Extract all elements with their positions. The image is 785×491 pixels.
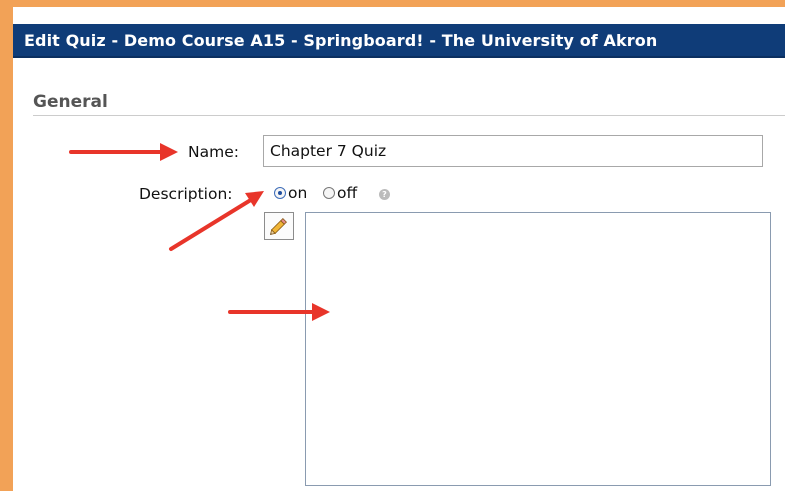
description-on-label[interactable]: on <box>288 184 307 202</box>
name-label: Name: <box>188 143 239 161</box>
description-off-label[interactable]: off <box>337 184 357 202</box>
description-off-radio[interactable] <box>323 187 335 199</box>
description-textarea[interactable] <box>305 212 771 486</box>
name-input[interactable] <box>263 135 763 167</box>
section-divider <box>33 115 785 116</box>
section-header-general: General <box>33 92 108 112</box>
pencil-icon <box>269 218 287 236</box>
title-bar: Edit Quiz - Demo Course A15 - Springboar… <box>13 24 785 58</box>
description-label: Description: <box>139 185 233 203</box>
html-editor-button[interactable] <box>264 212 294 240</box>
window-title: Edit Quiz - Demo Course A15 - Springboar… <box>24 31 658 50</box>
help-icon[interactable]: ? <box>379 189 390 200</box>
description-on-radio[interactable] <box>274 187 286 199</box>
